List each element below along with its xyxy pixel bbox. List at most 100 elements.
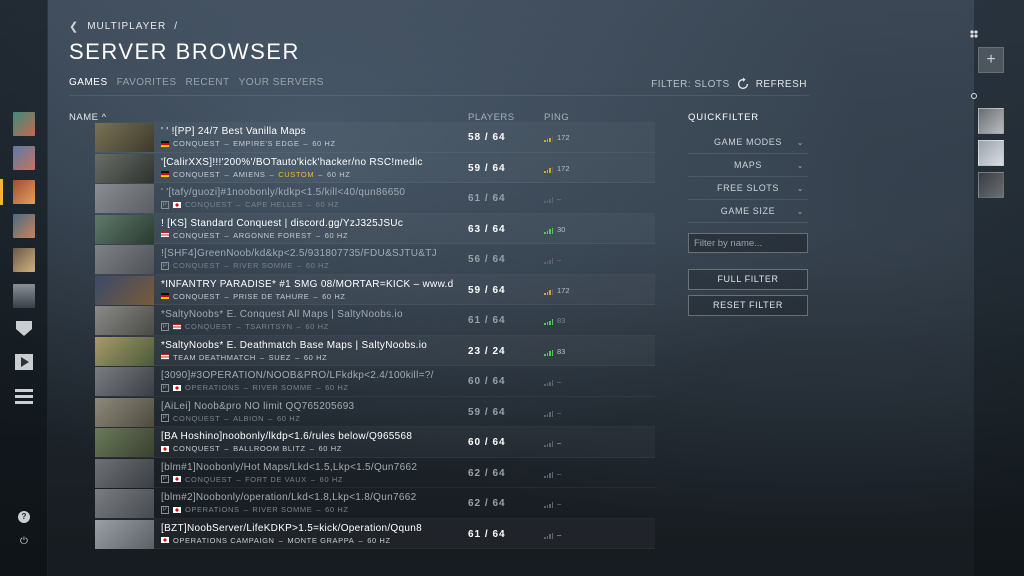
map-thumbnail bbox=[95, 275, 154, 305]
player-count: 61 / 64 bbox=[468, 315, 506, 326]
server-row[interactable]: *INFANTRY PARADISE* #1 SMG 08/MORTAR=KIC… bbox=[95, 275, 655, 305]
signal-bars-icon bbox=[544, 319, 553, 325]
class-medic-button[interactable] bbox=[13, 146, 35, 170]
power-icon[interactable]: ⏻ bbox=[18, 536, 30, 548]
server-row[interactable]: *SaltyNoobs* E. Deathmatch Base Maps | S… bbox=[95, 336, 655, 366]
game-size-dropdown[interactable]: GAME SIZE ⌄ bbox=[688, 200, 808, 223]
server-row[interactable]: ![SHF4]GreenNoob/kd&kp<2.5/931807735/FDU… bbox=[95, 244, 655, 275]
game-mode: CONQUEST bbox=[173, 169, 221, 179]
separator: – bbox=[309, 444, 315, 453]
server-row[interactable]: [3090]#3OPERATION/NOOB&PRO/LFkdkp<2.4/10… bbox=[95, 366, 655, 397]
refresh-button[interactable]: REFRESH bbox=[756, 79, 807, 90]
class-elite-button[interactable] bbox=[13, 248, 35, 272]
game-mode: CONQUEST bbox=[185, 200, 233, 209]
ping-value: – bbox=[557, 194, 562, 203]
player-count: 58 / 64 bbox=[468, 132, 506, 143]
map-thumbnail bbox=[95, 153, 154, 183]
player-count: 61 / 64 bbox=[468, 193, 506, 204]
shield-icon[interactable] bbox=[14, 318, 34, 338]
signal-bars-icon bbox=[544, 166, 553, 173]
breadcrumb: ❮ MULTIPLAYER / bbox=[69, 20, 300, 33]
add-friend-button[interactable]: + bbox=[978, 47, 1004, 73]
map-thumbnail bbox=[95, 397, 154, 427]
breadcrumb-parent[interactable]: MULTIPLAYER bbox=[87, 21, 166, 32]
player-count: 59 / 64 bbox=[468, 162, 506, 174]
map-name: BALLROOM BLITZ bbox=[233, 444, 306, 453]
game-mode: TEAM DEATHMATCH bbox=[173, 352, 256, 362]
divider bbox=[69, 95, 809, 96]
filter-by-name-input[interactable] bbox=[688, 233, 808, 253]
play-icon[interactable] bbox=[14, 352, 34, 372]
tab-bar: GAMES FAVORITES RECENT YOUR SERVERS bbox=[69, 77, 324, 88]
vehicle-button[interactable] bbox=[13, 284, 35, 308]
friend-avatar[interactable] bbox=[978, 172, 1004, 198]
server-row[interactable]: [BZT]NoobServer/LifeKDKP>1.5=kick/Operat… bbox=[95, 519, 655, 549]
separator: – bbox=[316, 505, 322, 514]
class-scout-button[interactable] bbox=[13, 214, 35, 238]
game-mode: OPERATIONS bbox=[185, 505, 240, 514]
server-name: [3090]#3OPERATION/NOOB&PRO/LFkdkp<2.4/10… bbox=[161, 370, 434, 381]
player-count: 59 / 64 bbox=[468, 284, 506, 296]
full-filter-button[interactable]: FULL FILTER bbox=[688, 269, 808, 290]
class-assault-button[interactable] bbox=[13, 112, 35, 136]
maps-dropdown[interactable]: MAPS ⌄ bbox=[688, 154, 808, 177]
server-row[interactable]: [AiLei] Noob&pro NO limit QQ765205693 P CO… bbox=[95, 397, 655, 427]
tab-recent[interactable]: RECENT bbox=[186, 77, 230, 88]
ping: – bbox=[544, 438, 561, 447]
tab-favorites[interactable]: FAVORITES bbox=[117, 77, 177, 88]
private-server-icon: P bbox=[161, 475, 169, 483]
server-row[interactable]: ' '[tafy/guozi]#1noobonly/kdkp<1.5/kill<… bbox=[95, 183, 655, 214]
server-row[interactable]: ' ' ![PP] 24/7 Best Vanilla Maps CONQUEST… bbox=[95, 122, 655, 153]
filter-slots-label[interactable]: FILTER: SLOTS bbox=[651, 79, 730, 90]
page-header: ❮ MULTIPLAYER / SERVER BROWSER bbox=[69, 20, 300, 65]
tab-games[interactable]: GAMES bbox=[69, 77, 108, 88]
server-details: TEAM DEATHMATCH – SUEZ –60 HZ bbox=[161, 353, 327, 362]
ping-value: – bbox=[557, 438, 562, 447]
server-row[interactable]: [BA Hoshino]noobonly/lkdp<1.6/rules belo… bbox=[95, 427, 655, 458]
separator: – bbox=[243, 505, 249, 514]
friend-avatar[interactable] bbox=[978, 108, 1004, 134]
region-flag-icon bbox=[173, 384, 181, 391]
tick-rate: 60 HZ bbox=[312, 139, 336, 148]
region-flag-icon bbox=[173, 201, 181, 208]
ping-value: – bbox=[557, 529, 562, 539]
menu-list-icon[interactable] bbox=[14, 387, 34, 407]
region-flag-icon bbox=[161, 232, 169, 238]
ping-value: – bbox=[557, 407, 562, 417]
reset-filter-button[interactable]: RESET FILTER bbox=[688, 295, 808, 316]
server-row[interactable]: [blm#2]Noobonly/operation/Lkd<1.8,Lkp<1.… bbox=[95, 488, 655, 519]
chevron-down-icon: ⌄ bbox=[796, 207, 804, 216]
help-icon[interactable]: ? bbox=[18, 511, 30, 523]
map-thumbnail bbox=[95, 123, 154, 152]
player-count: 60 / 64 bbox=[468, 437, 506, 448]
separator: – bbox=[243, 383, 249, 392]
tick-rate: 60 HZ bbox=[324, 230, 349, 240]
player-count: 23 / 24 bbox=[468, 345, 506, 357]
ping: – bbox=[544, 499, 561, 508]
map-name: TSARITSYN bbox=[245, 322, 293, 331]
server-row[interactable]: *SaltyNoobs* E. Conquest All Maps | Salt… bbox=[95, 305, 655, 336]
refresh-icon[interactable] bbox=[736, 77, 750, 91]
private-server-icon: P bbox=[161, 505, 169, 514]
map-thumbnail bbox=[95, 184, 154, 213]
server-details: P CONQUEST – ALBION –60 HZ bbox=[161, 414, 300, 423]
active-indicator bbox=[0, 179, 3, 205]
tick-rate: 60 HZ bbox=[367, 535, 391, 545]
quickfilter-panel: QUICKFILTER GAME MODES ⌄ MAPS ⌄ FREE SLOTS… bbox=[688, 112, 808, 316]
separator: – bbox=[224, 444, 230, 453]
tab-your-servers[interactable]: YOUR SERVERS bbox=[239, 77, 324, 88]
server-row[interactable]: ! [KS] Standard Conquest | discord.gg/Yz… bbox=[95, 214, 655, 244]
back-chevron-icon[interactable]: ❮ bbox=[69, 20, 79, 33]
tick-rate: 60 HZ bbox=[326, 169, 351, 179]
free-slots-dropdown[interactable]: FREE SLOTS ⌄ bbox=[688, 177, 808, 200]
server-row[interactable]: [blm#1]Noobonly/Hot Maps/Lkd<1.5,Lkp<1.5… bbox=[95, 458, 655, 488]
friend-avatar[interactable] bbox=[978, 140, 1004, 166]
region-flag-icon bbox=[161, 537, 169, 543]
class-support-button[interactable] bbox=[13, 180, 35, 204]
game-modes-dropdown[interactable]: GAME MODES ⌄ bbox=[688, 131, 808, 154]
map-thumbnail bbox=[95, 428, 154, 457]
ping: – bbox=[544, 530, 561, 539]
signal-bars-icon bbox=[544, 136, 553, 142]
separator: – bbox=[268, 413, 273, 423]
server-row[interactable]: '[CalirXXS]!!!'200%'/BOTauto'kick'hacker… bbox=[95, 153, 655, 183]
